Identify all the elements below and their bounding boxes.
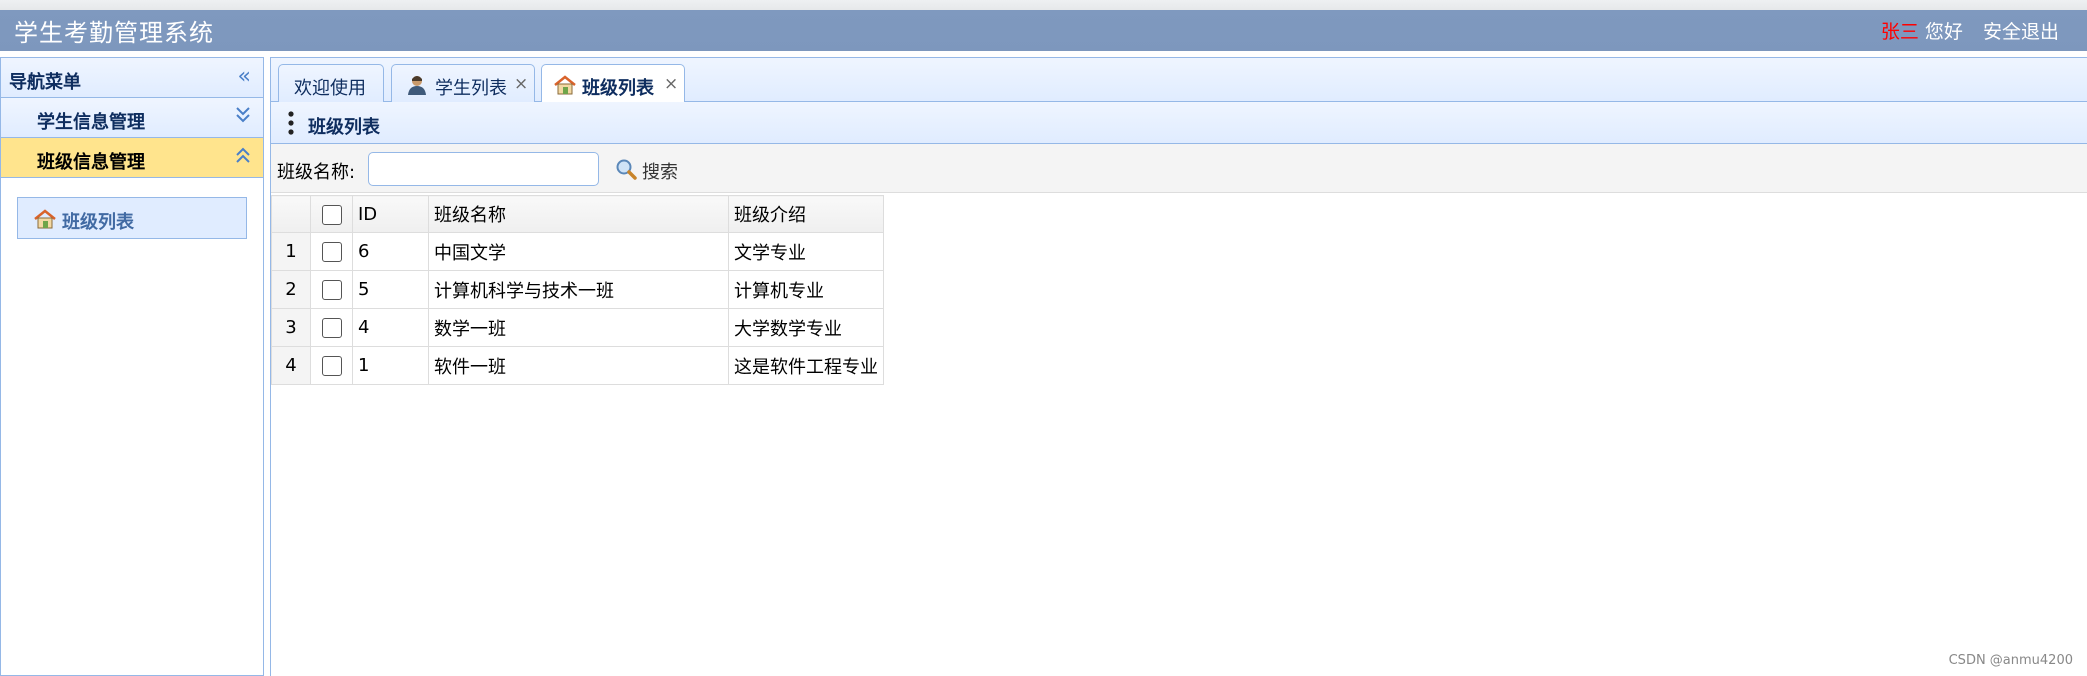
tab-welcome[interactable]: 欢迎使用	[278, 64, 384, 103]
table-row[interactable]: 3 4 数学一班 大学数学专业	[271, 308, 884, 347]
cell-name: 中国文学	[428, 232, 729, 271]
search-button[interactable]: 搜索	[611, 154, 691, 184]
table-row[interactable]: 2 5 计算机科学与技术一班 计算机专业	[271, 270, 884, 309]
collapse-up-icon[interactable]	[235, 145, 251, 169]
tab-close-button[interactable]: ×	[514, 74, 528, 94]
table-row[interactable]: 4 1 软件一班 这是软件工程专业	[271, 346, 884, 385]
row-checkbox-cell	[310, 270, 353, 309]
row-checkbox-cell	[310, 308, 353, 347]
expand-down-icon[interactable]	[235, 105, 251, 129]
main-area: 欢迎使用 学生列表 × 班级列表 × 班级列表 班级名称: 搜索 ID 班级名称…	[270, 57, 2087, 676]
nav-panel-title: 导航菜单	[9, 72, 81, 93]
column-header-name[interactable]: 班级名称	[428, 195, 729, 233]
cell-desc: 这是软件工程专业	[728, 346, 884, 385]
section-label: 学生信息管理	[37, 112, 145, 133]
house-icon	[34, 209, 56, 229]
tab-label: 欢迎使用	[294, 78, 366, 99]
row-checkbox-cell	[310, 232, 353, 271]
search-button-label: 搜索	[642, 162, 678, 183]
search-icon	[616, 159, 637, 180]
section-student-info[interactable]: 学生信息管理	[1, 98, 263, 138]
row-number: 3	[271, 308, 311, 347]
cell-name: 数学一班	[428, 308, 729, 347]
more-options-icon[interactable]	[288, 111, 294, 135]
cell-id: 1	[352, 346, 429, 385]
column-header-id[interactable]: ID	[352, 195, 429, 233]
panel-header: 班级列表	[271, 102, 2087, 144]
tab-close-button[interactable]: ×	[664, 74, 678, 94]
logout-link[interactable]: 安全退出	[1983, 21, 2059, 43]
cell-desc: 大学数学专业	[728, 308, 884, 347]
search-label: 班级名称:	[277, 162, 356, 183]
class-name-search-input[interactable]	[368, 152, 599, 186]
greeting-text: 您好	[1924, 21, 1963, 43]
tab-bar: 欢迎使用 学生列表 × 班级列表 ×	[271, 58, 2087, 103]
section-class-info[interactable]: 班级信息管理	[1, 138, 263, 178]
sidebar-item-class-list[interactable]: 班级列表	[17, 197, 247, 239]
row-checkbox[interactable]	[321, 280, 342, 300]
nav-panel-header: 导航菜单 «	[1, 58, 263, 98]
row-number: 2	[271, 270, 311, 309]
user-name: 张三	[1880, 21, 1919, 43]
user-icon	[408, 76, 426, 95]
user-area: 张三 您好 安全退出	[1881, 17, 2059, 44]
cell-name: 计算机科学与技术一班	[428, 270, 729, 309]
panel-title: 班级列表	[308, 117, 380, 138]
row-checkbox[interactable]	[321, 356, 342, 376]
nav-panel: 导航菜单 « 学生信息管理 班级信息管理 班级列表	[0, 57, 264, 676]
row-checkbox[interactable]	[321, 318, 342, 338]
sidebar-item-label: 班级列表	[62, 212, 134, 233]
collapse-left-icon[interactable]: «	[238, 66, 251, 88]
row-number: 1	[271, 232, 311, 271]
class-table: ID 班级名称 班级介绍 1 6 中国文学 文学专业 2 5 计算机科学与技术一…	[271, 195, 884, 385]
cell-id: 6	[352, 232, 429, 271]
row-checkbox[interactable]	[321, 242, 342, 262]
select-all-checkbox[interactable]	[321, 204, 342, 225]
column-header-desc[interactable]: 班级介绍	[728, 195, 884, 233]
section-body: 班级列表	[1, 178, 263, 258]
app-title: 学生考勤管理系统	[14, 19, 214, 47]
tab-class-list[interactable]: 班级列表 ×	[541, 64, 685, 103]
tab-label: 学生列表	[435, 78, 507, 99]
row-number: 4	[271, 346, 311, 385]
table-header-row: ID 班级名称 班级介绍	[271, 195, 884, 233]
search-toolbar: 班级名称: 搜索	[271, 144, 2087, 193]
tab-student-list[interactable]: 学生列表 ×	[391, 64, 535, 103]
app-header: 学生考勤管理系统 张三 您好 安全退出	[0, 0, 2087, 51]
cell-desc: 文学专业	[728, 232, 884, 271]
cell-name: 软件一班	[428, 346, 729, 385]
table-row[interactable]: 1 6 中国文学 文学专业	[271, 232, 884, 271]
cell-desc: 计算机专业	[728, 270, 884, 309]
cell-id: 4	[352, 308, 429, 347]
cell-id: 5	[352, 270, 429, 309]
select-all-cell	[310, 195, 353, 233]
house-icon	[554, 75, 576, 95]
rownum-header	[271, 195, 311, 233]
tab-label: 班级列表	[582, 78, 654, 99]
section-label: 班级信息管理	[37, 152, 145, 173]
watermark: CSDN @anmu4200	[1948, 653, 2073, 668]
row-checkbox-cell	[310, 346, 353, 385]
